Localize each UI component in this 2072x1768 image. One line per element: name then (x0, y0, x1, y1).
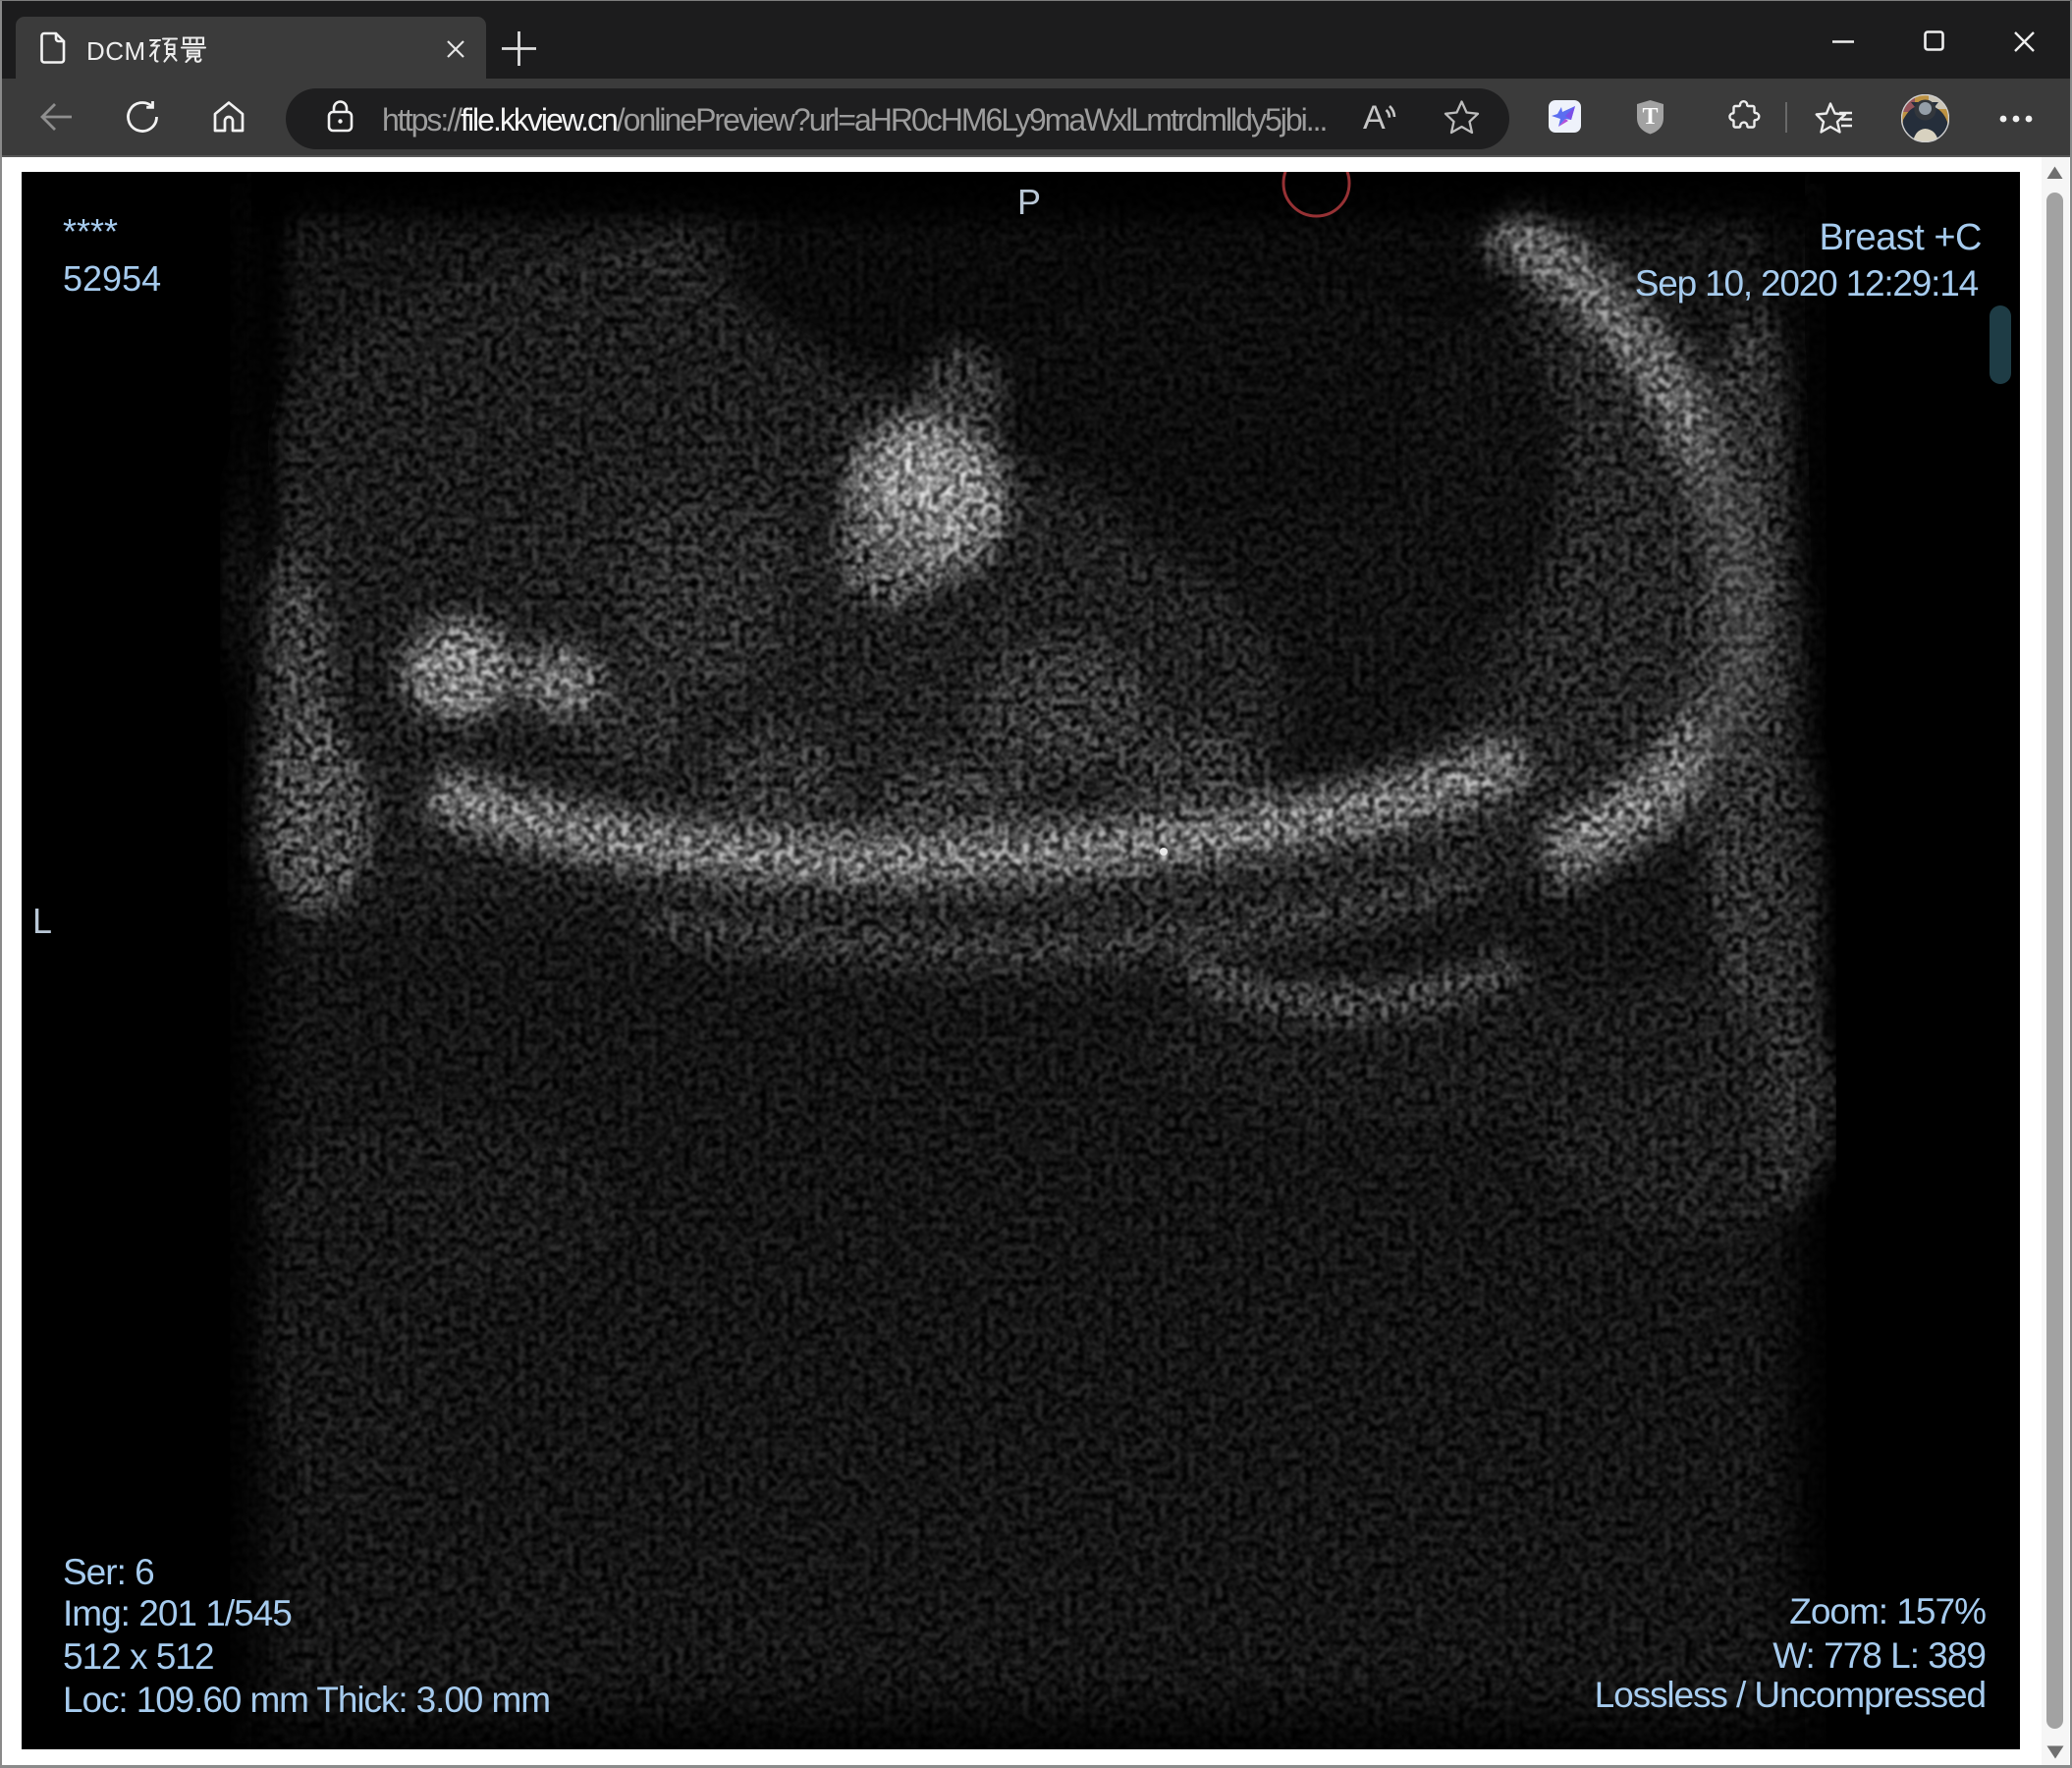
svg-text:W: 778 L: 389: W: 778 L: 389 (1772, 1635, 1986, 1676)
svg-text:Img: 201 1/545: Img: 201 1/545 (63, 1593, 292, 1633)
svg-text:Loc: 109.60 mm Thick: 3.00 mm: Loc: 109.60 mm Thick: 3.00 mm (63, 1680, 550, 1720)
svg-text:L: L (32, 901, 52, 941)
svg-text:A: A (1363, 99, 1386, 136)
svg-text:512 x 512: 512 x 512 (63, 1636, 214, 1677)
svg-text:T: T (1642, 104, 1658, 130)
svg-text:Breast +C: Breast +C (1819, 217, 1982, 258)
svg-text:Sep 10, 2020 12:29:14: Sep 10, 2020 12:29:14 (1635, 263, 1979, 304)
svg-text:P: P (1017, 182, 1041, 222)
svg-text:****: **** (63, 211, 118, 251)
svg-text:52954: 52954 (63, 258, 161, 299)
svg-text:Zoom: 157%: Zoom: 157% (1789, 1591, 1986, 1631)
svg-text:Ser: 6: Ser: 6 (63, 1552, 154, 1592)
svg-text:Lossless / Uncompressed: Lossless / Uncompressed (1595, 1675, 1986, 1715)
